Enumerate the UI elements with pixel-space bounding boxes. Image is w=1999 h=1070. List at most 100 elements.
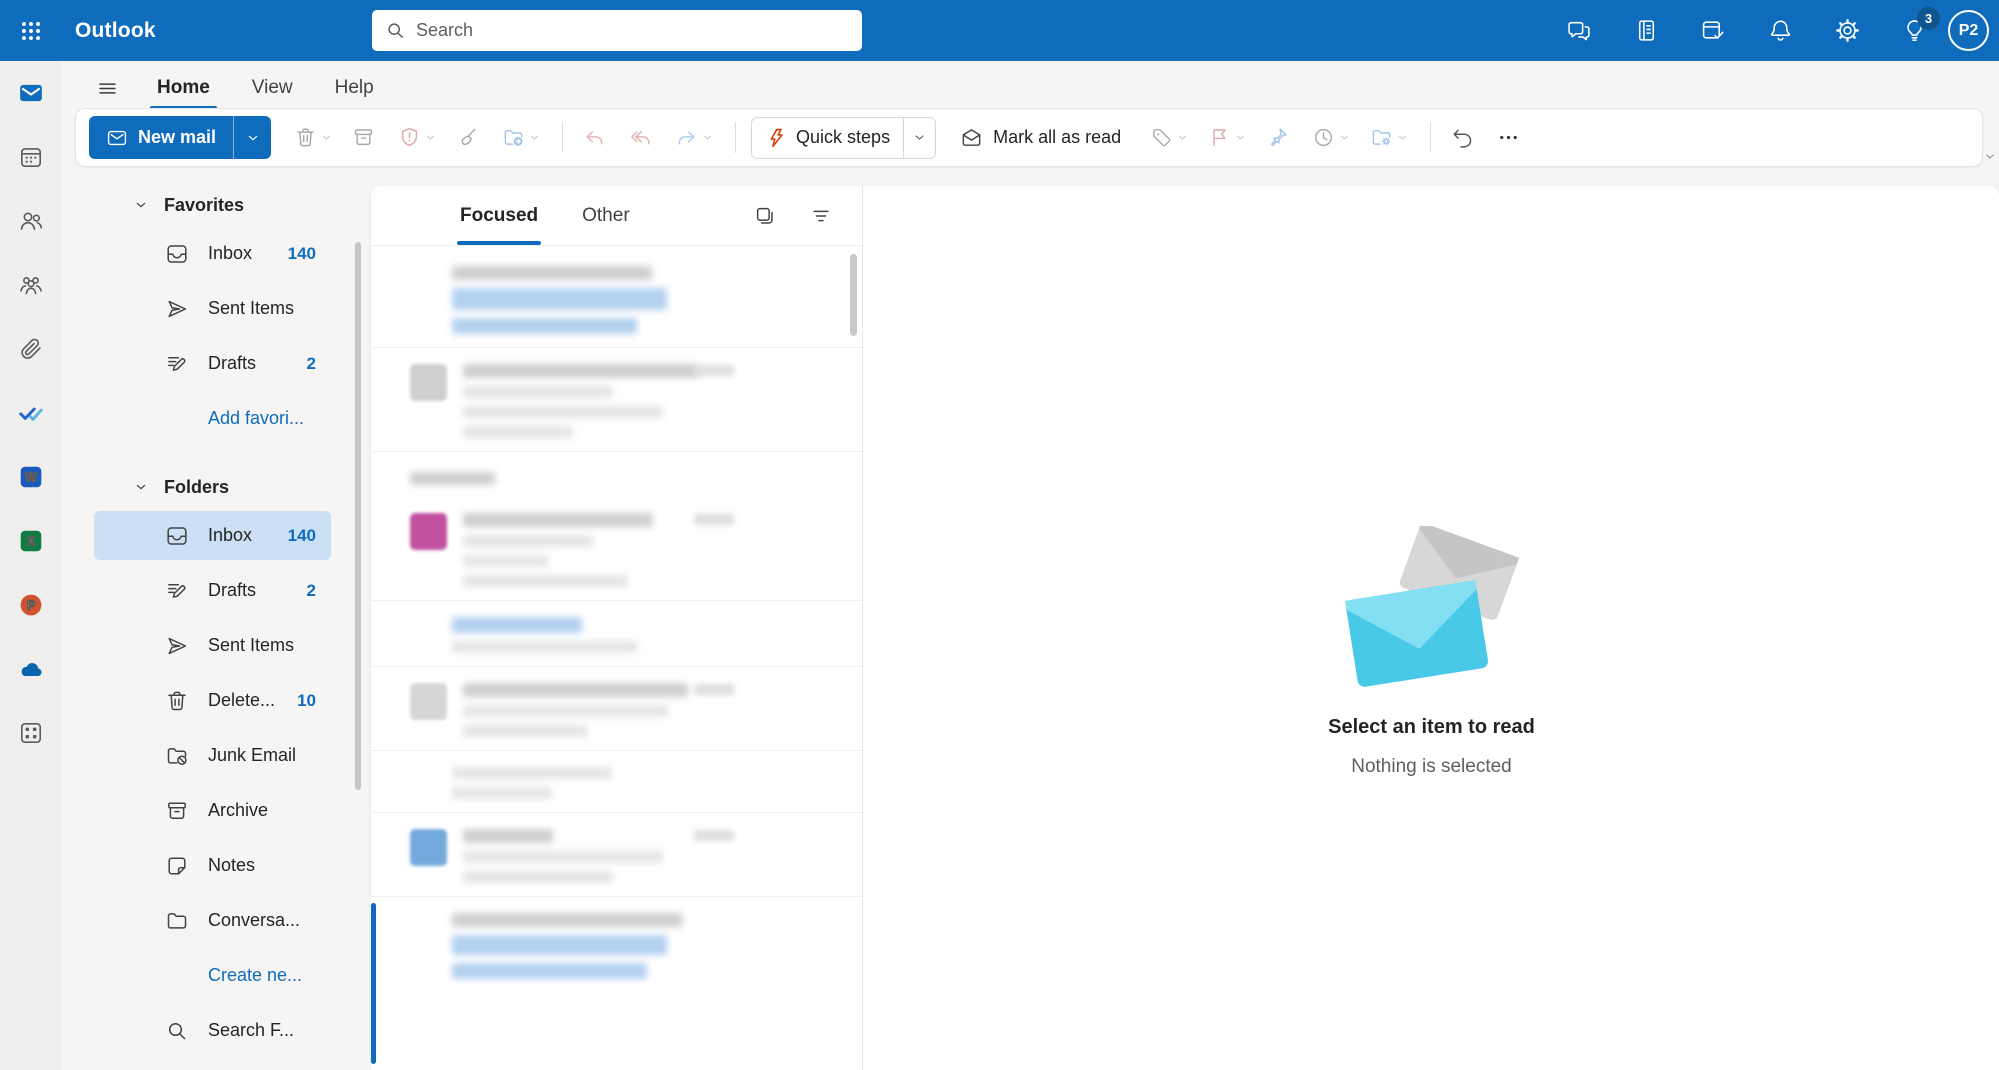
redacted-text <box>463 705 668 717</box>
message-row[interactable] <box>371 897 862 1070</box>
archive-button[interactable] <box>343 117 383 159</box>
rail-item-calendar[interactable] <box>0 125 61 189</box>
report-button-dropdown[interactable] <box>424 131 440 144</box>
reply-button[interactable] <box>574 117 614 159</box>
message-row[interactable] <box>371 497 862 601</box>
categorize-button-dropdown[interactable] <box>1176 131 1192 144</box>
chevron-sm-icon <box>245 130 261 146</box>
search-input[interactable] <box>416 20 849 41</box>
teams-chat-button[interactable] <box>1556 8 1602 54</box>
message-row[interactable] <box>371 667 862 751</box>
folder-item-drafts[interactable]: Drafts2 <box>94 566 331 615</box>
chevron-sm-icon <box>133 197 149 213</box>
redacted-message-preview <box>463 680 688 737</box>
folder-item-sent-items[interactable]: Sent Items <box>94 621 331 670</box>
notifications-button[interactable] <box>1757 8 1803 54</box>
folder-link-add-favori[interactable]: Add favori... <box>94 394 331 443</box>
rules-button[interactable] <box>1361 117 1401 159</box>
redacted-text <box>452 641 637 653</box>
collapse-folder-pane-button[interactable] <box>88 68 126 108</box>
message-list-header: Focused Other <box>371 186 862 245</box>
delete-button-dropdown[interactable] <box>320 131 336 144</box>
onenote-feed-button[interactable] <box>1623 8 1669 54</box>
new-mail-dropdown-button[interactable] <box>233 116 271 159</box>
pin-button[interactable] <box>1257 117 1297 159</box>
ribbon-collapse-button[interactable] <box>1983 147 1997 165</box>
categorize-button-group <box>1141 117 1193 159</box>
settings-button[interactable] <box>1824 8 1870 54</box>
flag-button-dropdown[interactable] <box>1234 131 1250 144</box>
flag-button[interactable] <box>1199 117 1239 159</box>
inbox-view-tabs: Focused Other <box>449 186 641 245</box>
redacted-text <box>463 535 593 547</box>
message-row[interactable] <box>371 601 862 667</box>
message-row[interactable] <box>371 813 862 897</box>
redacted-text <box>452 963 647 979</box>
tips-button[interactable]: 3 <box>1891 8 1937 54</box>
folder-link-create-ne[interactable]: Create ne... <box>94 951 331 1000</box>
tab-focused[interactable]: Focused <box>449 186 549 245</box>
search-bar[interactable] <box>372 10 862 51</box>
folder-item-inbox[interactable]: Inbox140 <box>94 229 331 278</box>
tab-view[interactable]: View <box>231 61 314 115</box>
rail-item-groups[interactable] <box>0 253 61 317</box>
quick-steps-dropdown-button[interactable] <box>903 118 935 158</box>
rules-button-dropdown[interactable] <box>1396 131 1412 144</box>
mark-all-as-read-button[interactable]: Mark all as read <box>946 117 1135 159</box>
folder-item-archive[interactable]: Archive <box>94 786 331 835</box>
rail-item-people[interactable] <box>0 189 61 253</box>
snooze-button-dropdown[interactable] <box>1338 131 1354 144</box>
section-header-folders[interactable]: Folders <box>61 463 365 511</box>
rail-item-to-do[interactable] <box>0 381 61 445</box>
forward-button[interactable] <box>666 117 706 159</box>
my-day-button[interactable] <box>1690 8 1736 54</box>
folder-item-search-f[interactable]: Search F... <box>94 1006 331 1055</box>
categorize-button[interactable] <box>1141 117 1181 159</box>
message-row[interactable] <box>371 250 862 348</box>
rail-item-files[interactable] <box>0 317 61 381</box>
folder-item-junk-email[interactable]: Junk Email <box>94 731 331 780</box>
app-launcher-button[interactable] <box>0 0 61 61</box>
move-to-button-dropdown[interactable] <box>528 131 544 144</box>
delete-button[interactable] <box>285 117 325 159</box>
forward-button-dropdown[interactable] <box>701 131 717 144</box>
section-header-favorites[interactable]: Favorites <box>61 181 365 229</box>
undo-button-group <box>1442 117 1482 159</box>
tab-other[interactable]: Other <box>571 186 641 245</box>
folder-item-inbox[interactable]: Inbox140 <box>94 511 331 560</box>
folder-item-sent-items[interactable]: Sent Items <box>94 284 331 333</box>
message-row[interactable] <box>371 751 862 813</box>
rail-item-onedrive[interactable] <box>0 637 61 701</box>
folder-item-conversa[interactable]: Conversa... <box>94 896 331 945</box>
move-to-button[interactable] <box>493 117 533 159</box>
chevron-sm-icon <box>1338 131 1351 144</box>
report-button[interactable] <box>389 117 429 159</box>
sweep-button[interactable] <box>447 117 487 159</box>
search-icon <box>385 20 406 41</box>
tab-help[interactable]: Help <box>314 61 395 115</box>
quick-steps-button-main[interactable]: Quick steps <box>752 118 903 158</box>
snooze-button[interactable] <box>1303 117 1343 159</box>
rail-item-more-apps[interactable] <box>0 701 61 765</box>
new-mail-button[interactable]: New mail <box>89 116 233 159</box>
message-row[interactable] <box>371 348 862 452</box>
teams-chat-icon <box>1567 18 1592 43</box>
folder-item-delete[interactable]: Delete...10 <box>94 676 331 725</box>
folder-item-drafts[interactable]: Drafts2 <box>94 339 331 388</box>
folder-pane-scrollbar[interactable] <box>355 242 361 790</box>
tab-home[interactable]: Home <box>136 61 231 115</box>
sender-avatar <box>410 829 447 866</box>
folder-pane: FavoritesInbox140Sent ItemsDrafts2Add fa… <box>61 167 365 1070</box>
rail-item-powerpoint[interactable]: P <box>0 573 61 637</box>
rail-item-excel[interactable]: X <box>0 509 61 573</box>
filter-button[interactable] <box>806 201 836 231</box>
undo-button[interactable] <box>1442 117 1482 159</box>
account-avatar[interactable]: P2 <box>1948 10 1989 51</box>
rail-item-mail[interactable] <box>0 61 61 125</box>
folder-item-notes[interactable]: Notes <box>94 841 331 890</box>
select-all-button[interactable] <box>750 201 780 231</box>
rail-item-word[interactable]: W <box>0 445 61 509</box>
reply-all-button[interactable] <box>620 117 660 159</box>
more-options-button[interactable] <box>1488 117 1528 159</box>
message-list-scrollbar[interactable] <box>850 254 857 336</box>
